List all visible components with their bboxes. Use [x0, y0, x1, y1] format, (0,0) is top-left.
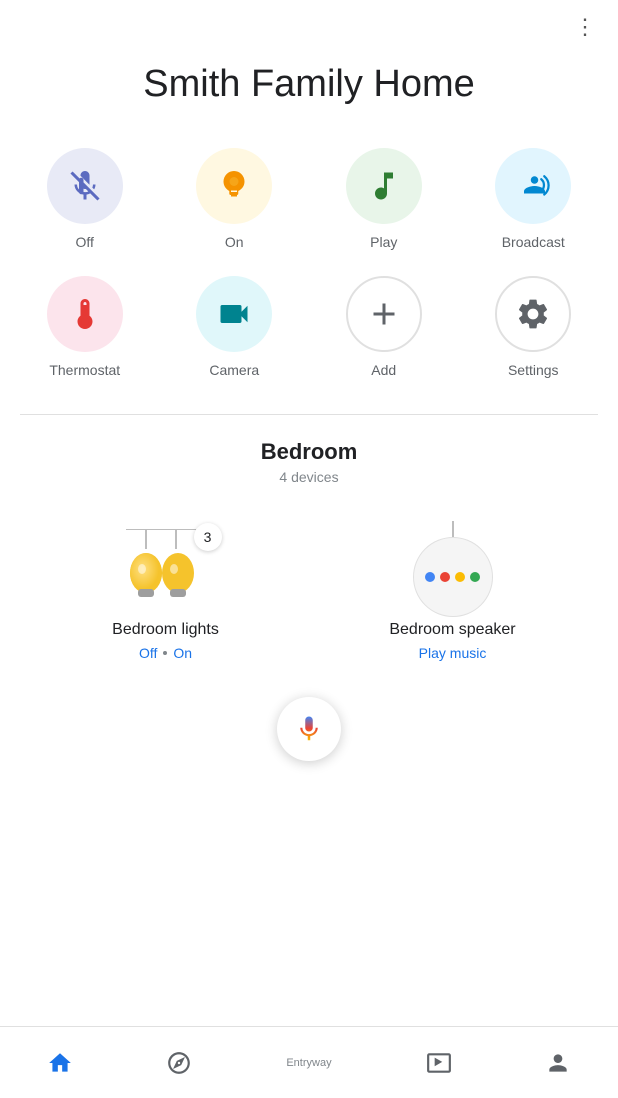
more-menu-icon[interactable]: ⋮ [574, 16, 598, 38]
action-label-thermostat: Thermostat [49, 362, 120, 378]
explore-nav-icon [166, 1050, 192, 1076]
action-label-on: On [225, 234, 244, 250]
lights-name: Bedroom lights [112, 621, 219, 639]
settings-icon [515, 296, 551, 332]
broadcast-icon [515, 168, 551, 204]
bedroom-speaker-card[interactable]: Bedroom speaker Play music [317, 509, 588, 677]
bedroom-lights-card[interactable]: 3 Bedroom lights Off On [30, 509, 301, 677]
nav-entryway[interactable]: Entryway [269, 1049, 349, 1077]
action-label-add: Add [371, 362, 396, 378]
action-circle-camera [196, 276, 272, 352]
speaker-icon-area [413, 529, 493, 609]
action-on[interactable]: On [160, 138, 310, 266]
mic-button[interactable] [277, 697, 341, 761]
device-cards-grid: 3 Bedroom lights Off On [20, 509, 598, 677]
bottom-nav: Entryway [0, 1026, 618, 1098]
action-label-settings: Settings [508, 362, 559, 378]
entryway-nav-label: Entryway [286, 1057, 331, 1069]
speaker-action: Play music [419, 645, 487, 661]
action-label-play: Play [370, 234, 397, 250]
speaker-status[interactable]: Play music [419, 645, 487, 661]
action-circle-on [196, 148, 272, 224]
lights-badge: 3 [194, 523, 222, 551]
nav-home[interactable] [31, 1042, 89, 1084]
dot-red [440, 572, 450, 582]
lightbulb-icon [216, 168, 252, 204]
action-play[interactable]: Play [309, 138, 459, 266]
add-icon [366, 296, 402, 332]
dot-green [470, 572, 480, 582]
section-divider [20, 414, 598, 415]
thermostat-icon [67, 296, 103, 332]
action-circle-settings [495, 276, 571, 352]
home-nav-icon [47, 1050, 73, 1076]
action-label-broadcast: Broadcast [502, 234, 565, 250]
lights-status-on: On [173, 645, 192, 661]
speaker-dots [425, 572, 480, 582]
lights-status-off: Off [139, 645, 157, 661]
action-add[interactable]: Add [309, 266, 459, 394]
action-label-off: Off [76, 234, 94, 250]
room-section: Bedroom 4 devices [0, 439, 618, 677]
nav-explore[interactable] [150, 1042, 208, 1084]
profile-nav-icon [545, 1050, 571, 1076]
dot-yellow [455, 572, 465, 582]
nav-media[interactable] [410, 1042, 468, 1084]
home-title: Smith Family Home [0, 38, 618, 138]
action-circle-thermostat [47, 276, 123, 352]
action-camera[interactable]: Camera [160, 266, 310, 394]
room-device-count: 4 devices [20, 469, 598, 485]
speaker-circle [413, 537, 493, 617]
action-circle-play [346, 148, 422, 224]
action-circle-add [346, 276, 422, 352]
action-off[interactable]: Off [10, 138, 160, 266]
camera-icon [216, 296, 252, 332]
music-note-icon [366, 168, 402, 204]
top-bar: ⋮ [0, 0, 618, 38]
action-broadcast[interactable]: Broadcast [459, 138, 609, 266]
action-circle-broadcast [495, 148, 571, 224]
lights-status: Off On [139, 645, 192, 661]
mic-off-icon [67, 168, 103, 204]
speaker-name: Bedroom speaker [389, 621, 515, 639]
nav-profile[interactable] [529, 1042, 587, 1084]
lights-icon-area: 3 [116, 529, 216, 609]
dot-blue [425, 572, 435, 582]
action-thermostat[interactable]: Thermostat [10, 266, 160, 394]
action-circle-off [47, 148, 123, 224]
room-title: Bedroom [20, 439, 598, 465]
quick-actions-grid: Off On Play [0, 138, 618, 404]
action-settings[interactable]: Settings [459, 266, 609, 394]
lights-status-dot [163, 651, 167, 655]
media-nav-icon [426, 1050, 452, 1076]
mic-container [0, 677, 618, 771]
action-label-camera: Camera [209, 362, 259, 378]
mic-icon [294, 714, 324, 744]
